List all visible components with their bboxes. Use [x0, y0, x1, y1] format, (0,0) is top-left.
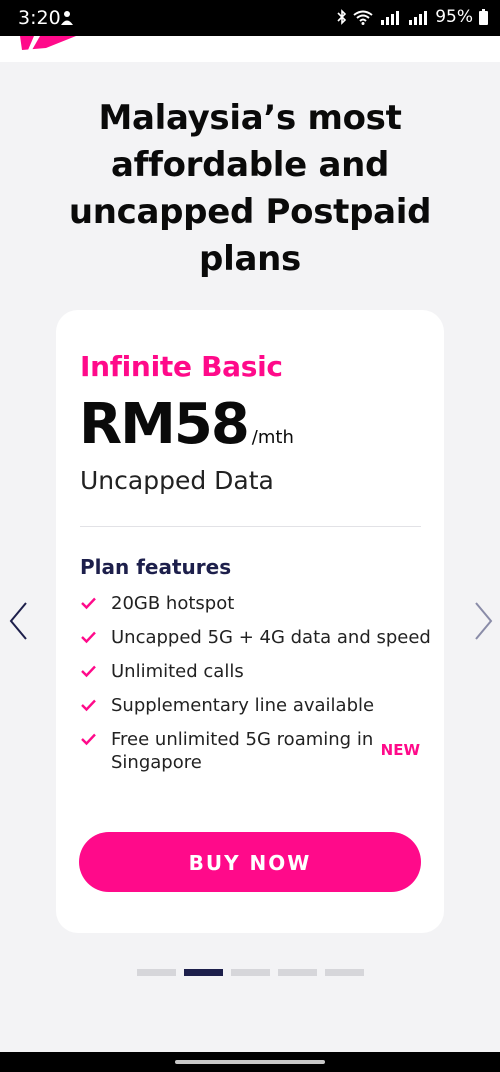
feature-text: Supplementary line available	[111, 695, 375, 716]
feature-item: Unlimited calls	[80, 660, 430, 683]
check-icon	[81, 665, 96, 678]
status-icons: 95%	[337, 7, 488, 27]
check-icon	[81, 733, 96, 746]
feature-item: Supplementary line available	[80, 694, 430, 717]
features-list: 20GB hotspot Uncapped 5G + 4G data and s…	[80, 592, 431, 785]
check-icon	[81, 699, 96, 712]
carousel-dot[interactable]	[137, 969, 176, 976]
chevron-left-icon[interactable]	[6, 600, 32, 642]
carousel-pagination	[137, 969, 364, 976]
signal-icon-sim2	[409, 10, 428, 25]
battery-icon	[479, 9, 488, 25]
home-indicator[interactable]	[175, 1060, 325, 1064]
notification-icon	[61, 11, 73, 25]
carousel-dot[interactable]	[231, 969, 270, 976]
plan-name: Infinite Basic	[80, 350, 283, 383]
plan-data-label: Uncapped Data	[80, 466, 274, 495]
check-icon	[81, 597, 96, 610]
brand-logo[interactable]	[16, 36, 80, 50]
status-time: 3:20	[18, 7, 61, 29]
feature-item: Free unlimited 5G roaming in Singapore N…	[80, 728, 430, 774]
signal-icon-sim1	[381, 10, 400, 25]
feature-item: Uncapped 5G + 4G data and speed	[80, 626, 431, 649]
feature-text: 20GB hotspot	[111, 593, 235, 614]
carousel-dot-active[interactable]	[184, 969, 223, 976]
carousel-dot[interactable]	[278, 969, 317, 976]
carousel-dot[interactable]	[325, 969, 364, 976]
battery-percent: 95%	[435, 7, 473, 27]
features-title: Plan features	[80, 555, 232, 579]
check-icon	[81, 631, 96, 644]
wifi-icon	[353, 10, 373, 25]
buy-now-button[interactable]: BUY NOW	[79, 832, 421, 892]
new-badge: NEW	[380, 741, 420, 759]
feature-text: Free unlimited 5G roaming in Singapore	[111, 729, 374, 773]
plan-price: RM58 /mth	[79, 392, 294, 457]
feature-item: 20GB hotspot	[80, 592, 430, 615]
status-bar: 3:20 95%	[0, 0, 500, 36]
feature-text: Unlimited calls	[111, 661, 244, 682]
card-divider	[80, 526, 421, 527]
bluetooth-icon	[337, 9, 347, 25]
price-unit: /mth	[251, 427, 294, 448]
feature-text: Uncapped 5G + 4G data and speed	[111, 627, 431, 648]
price-amount: RM58	[79, 392, 250, 457]
page-headline: Malaysia’s most affordable and uncapped …	[68, 98, 432, 279]
chevron-right-icon[interactable]	[470, 600, 496, 642]
